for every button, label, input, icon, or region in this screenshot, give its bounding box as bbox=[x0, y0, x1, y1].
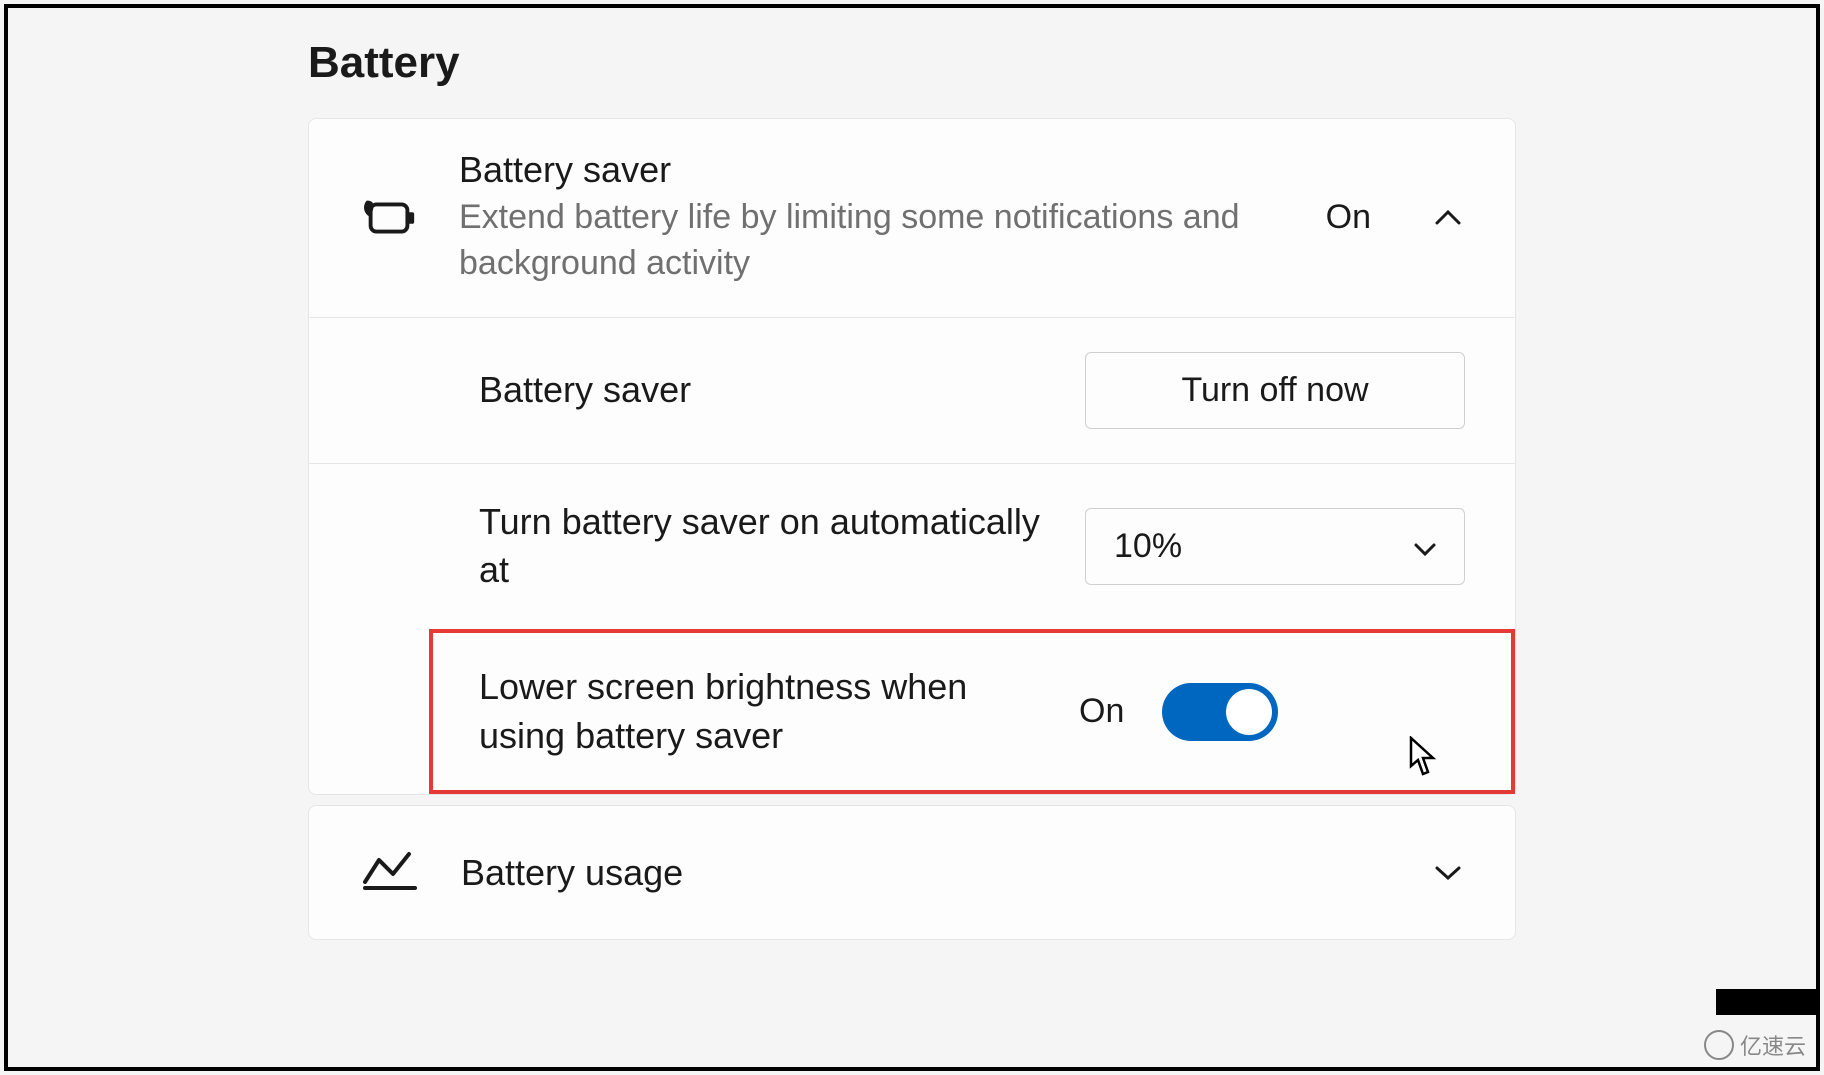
battery-saver-title: Battery saver bbox=[459, 149, 1286, 191]
toggle-thumb bbox=[1226, 689, 1272, 735]
battery-saver-subtitle: Extend battery life by limiting some not… bbox=[459, 195, 1286, 287]
cursor-icon bbox=[1407, 736, 1439, 778]
lower-brightness-state: On bbox=[1079, 692, 1124, 731]
page-title: Battery bbox=[308, 38, 1516, 88]
auto-on-threshold-dropdown[interactable]: 10% bbox=[1085, 508, 1465, 585]
watermark-icon bbox=[1704, 1030, 1734, 1060]
battery-saver-toggle-row: Battery saver Turn off now bbox=[309, 317, 1515, 463]
turn-off-now-button[interactable]: Turn off now bbox=[1085, 352, 1465, 429]
chevron-down-icon bbox=[1431, 856, 1465, 890]
watermark: 亿速云 bbox=[1704, 1029, 1806, 1061]
battery-usage-expander-header[interactable]: Battery usage bbox=[309, 806, 1515, 939]
lower-brightness-toggle[interactable] bbox=[1162, 683, 1278, 741]
lower-brightness-row: Lower screen brightness when using batte… bbox=[429, 629, 1515, 794]
auto-on-label: Turn battery saver on automatically at bbox=[479, 498, 1065, 595]
chevron-up-icon bbox=[1431, 201, 1465, 235]
battery-usage-card: Battery usage bbox=[308, 805, 1516, 940]
battery-saver-icon bbox=[359, 194, 419, 242]
usage-chart-icon bbox=[359, 846, 421, 899]
battery-usage-title: Battery usage bbox=[461, 852, 1391, 894]
watermark-text: 亿速云 bbox=[1740, 1029, 1806, 1061]
battery-saver-toggle-label: Battery saver bbox=[479, 366, 1065, 415]
battery-saver-expander-header[interactable]: Battery saver Extend battery life by lim… bbox=[309, 119, 1515, 317]
chevron-down-icon bbox=[1414, 527, 1436, 566]
battery-saver-status: On bbox=[1326, 198, 1371, 237]
lower-brightness-label: Lower screen brightness when using batte… bbox=[479, 663, 1059, 760]
decorative-bar bbox=[1716, 989, 1816, 1015]
auto-on-threshold-value: 10% bbox=[1114, 527, 1182, 566]
battery-saver-card: Battery saver Extend battery life by lim… bbox=[308, 118, 1516, 795]
auto-on-row: Turn battery saver on automatically at 1… bbox=[309, 463, 1515, 629]
